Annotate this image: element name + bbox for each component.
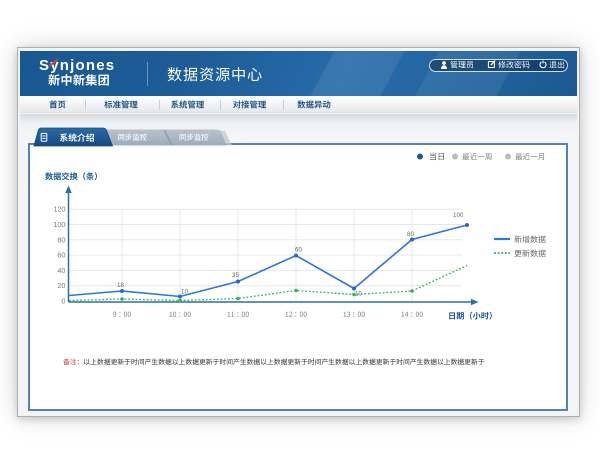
svg-text:0: 0 xyxy=(61,297,65,306)
svg-text:10: 10 xyxy=(181,289,188,296)
svg-text:80: 80 xyxy=(57,235,65,244)
svg-text:60: 60 xyxy=(57,251,65,260)
svg-text:20: 20 xyxy=(57,281,65,290)
svg-text:18: 18 xyxy=(117,282,124,289)
svg-text:40: 40 xyxy=(57,266,65,275)
svg-text:60: 60 xyxy=(295,247,302,254)
svg-text:100: 100 xyxy=(53,220,65,229)
svg-text:120: 120 xyxy=(53,205,65,214)
svg-text:100: 100 xyxy=(453,212,464,219)
svg-text:35: 35 xyxy=(232,272,239,279)
svg-text:80: 80 xyxy=(407,231,414,238)
svg-text:10: 10 xyxy=(355,291,362,298)
